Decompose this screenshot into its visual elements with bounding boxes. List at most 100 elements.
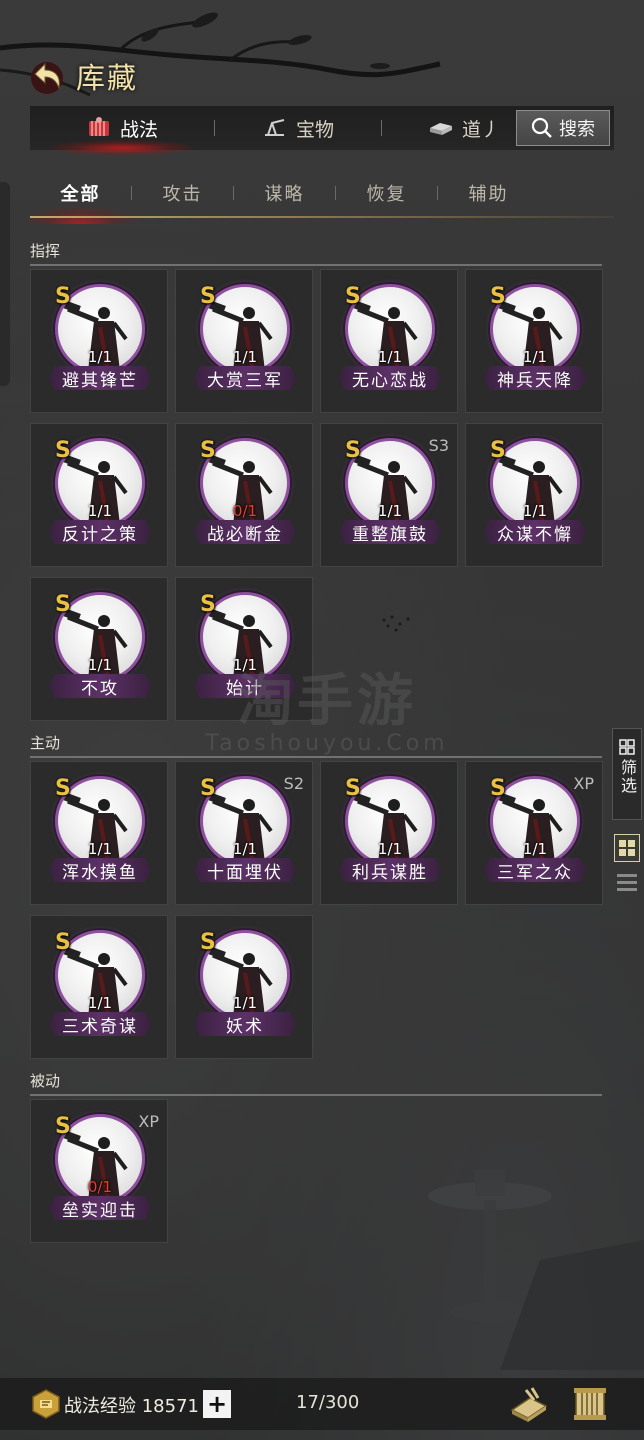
owned-count: 1/1 — [522, 348, 548, 366]
skill-name: 三术奇谋 — [49, 1012, 151, 1036]
pavilion-background — [428, 1170, 644, 1370]
treasure-icon — [264, 119, 285, 136]
add-exp-button[interactable]: + — [203, 1390, 231, 1418]
owned-count: 1/1 — [522, 502, 548, 520]
grade-badge: S — [200, 592, 216, 617]
item-icon — [430, 123, 452, 135]
owned-count: 1/1 — [377, 502, 403, 520]
search-button[interactable]: 搜索 — [516, 110, 610, 146]
skill-name: 浑水摸鱼 — [49, 858, 151, 882]
subtab-all[interactable]: 全部 — [26, 180, 135, 224]
dust-decoration — [382, 615, 410, 632]
skill-card[interactable]: S S3 1/1 重整旗鼓 — [320, 423, 458, 567]
skill-card[interactable]: S 1/1 无心恋战 — [320, 269, 458, 413]
skill-name: 众谋不懈 — [484, 520, 586, 544]
grade-badge: S — [55, 776, 71, 801]
skill-name: 不攻 — [49, 674, 151, 698]
skill-name: 三军之众 — [484, 858, 586, 882]
filter-button[interactable]: 筛选 — [612, 728, 642, 820]
skill-card[interactable]: S 0/1 战必断金 — [175, 423, 313, 567]
skill-name: 利兵谋胜 — [339, 858, 441, 882]
skill-name: 大赏三军 — [194, 366, 296, 390]
skill-name: 无心恋战 — [339, 366, 441, 390]
subtab-underline — [30, 216, 614, 218]
skill-card[interactable]: S 1/1 神兵天降 — [465, 269, 603, 413]
card-grid-active: S 1/1 浑水摸鱼 S S2 1/1 十面埋伏 S 1/1 利兵谋胜 S XP 1/1 三军之众 S 1/1… — [30, 761, 610, 1059]
skill-name: 妖术 — [194, 1012, 296, 1036]
skill-card[interactable]: S 1/1 避其锋芒 — [30, 269, 168, 413]
season-tag: S2 — [283, 774, 304, 793]
capacity-count: 17/300 — [296, 1392, 360, 1413]
season-tag: S3 — [428, 436, 449, 455]
owned-count: 1/1 — [87, 994, 113, 1012]
owned-count: 1/1 — [232, 656, 258, 674]
strategy-exp-label: 战法经验 18571 — [64, 1396, 199, 1417]
tab-treasure-label: 宝物 — [295, 118, 334, 141]
bamboo-scroll-icon[interactable] — [570, 1384, 610, 1424]
skill-card[interactable]: S 1/1 三术奇谋 — [30, 915, 168, 1059]
subtab-support[interactable]: 辅助 — [438, 180, 539, 206]
owned-count: 1/1 — [232, 994, 258, 1012]
skill-card[interactable]: S 1/1 利兵谋胜 — [320, 761, 458, 905]
grid-view-toggle[interactable] — [614, 834, 640, 862]
owned-count: 1/1 — [87, 840, 113, 858]
skill-card[interactable]: S 1/1 反计之策 — [30, 423, 168, 567]
skill-card[interactable]: S 1/1 妖术 — [175, 915, 313, 1059]
grade-badge: S — [345, 776, 361, 801]
back-button[interactable] — [26, 55, 68, 97]
scroll-book-icon[interactable] — [508, 1384, 550, 1424]
skill-card[interactable]: S 1/1 不攻 — [30, 577, 168, 721]
top-tab-bar: 战法 宝物 道丿 搜索 — [30, 106, 614, 156]
grade-badge: S — [345, 438, 361, 463]
skill-name: 始计 — [194, 674, 296, 698]
grade-badge: S — [55, 284, 71, 309]
skill-name: 战必断金 — [194, 520, 296, 544]
header: 库藏 — [26, 52, 138, 100]
owned-count: 1/1 — [232, 840, 258, 858]
section-title-active: 主动 — [30, 732, 602, 758]
grade-badge: S — [345, 284, 361, 309]
skill-name: 反计之策 — [49, 520, 151, 544]
skill-card[interactable]: S 1/1 始计 — [175, 577, 313, 721]
season-tag: XP — [573, 774, 594, 793]
skill-card[interactable]: S 1/1 大赏三军 — [175, 269, 313, 413]
skill-name: 神兵天降 — [484, 366, 586, 390]
owned-count: 1/1 — [522, 840, 548, 858]
grade-badge: S — [55, 1114, 71, 1139]
skill-card[interactable]: S XP 0/1 垒实迎击 — [30, 1099, 168, 1243]
skill-name: 重整旗鼓 — [339, 520, 441, 544]
owned-count: 0/1 — [232, 502, 258, 520]
skill-card[interactable]: S XP 1/1 三军之众 — [465, 761, 603, 905]
strategy-icon — [88, 117, 109, 136]
tab-strategy[interactable]: 战法 — [30, 106, 214, 156]
page-title: 库藏 — [76, 61, 139, 95]
bottom-bar: 战法经验 18571 + 17/300 — [0, 1378, 644, 1430]
grade-badge: S — [490, 284, 506, 309]
list-view-icon[interactable] — [615, 872, 639, 894]
owned-count: 1/1 — [232, 348, 258, 366]
card-grid-command: S 1/1 避其锋芒 S 1/1 大赏三军 S 1/1 无心恋战 S 1/1 神兵天降 S 1/1 反计之策… — [30, 269, 610, 721]
skill-card[interactable]: S 1/1 众谋不懈 — [465, 423, 603, 567]
owned-count: 1/1 — [87, 348, 113, 366]
tab-treasure[interactable]: 宝物 — [215, 106, 381, 150]
skill-card[interactable]: S S2 1/1 十面埋伏 — [175, 761, 313, 905]
grade-badge: S — [200, 930, 216, 955]
season-tag: XP — [138, 1112, 159, 1131]
tab-items[interactable]: 道丿 — [382, 106, 516, 150]
sub-tab-bar: 全部 攻击 谋略 恢复 辅助 — [26, 168, 614, 224]
owned-count: 1/1 — [377, 840, 403, 858]
skill-card[interactable]: S 1/1 浑水摸鱼 — [30, 761, 168, 905]
grade-badge: S — [490, 776, 506, 801]
grade-badge: S — [200, 776, 216, 801]
owned-count: 1/1 — [87, 502, 113, 520]
strategy-exp-icon — [32, 1389, 60, 1419]
owned-count: 0/1 — [87, 1178, 113, 1196]
tab-strategy-label: 战法 — [119, 118, 158, 141]
grade-badge: S — [55, 438, 71, 463]
back-arrow-icon — [31, 62, 63, 94]
subtab-recovery[interactable]: 恢复 — [336, 180, 437, 206]
tab-items-label: 道丿 — [462, 118, 501, 141]
subtab-strategy[interactable]: 谋略 — [234, 180, 335, 206]
grade-badge: S — [200, 438, 216, 463]
subtab-attack[interactable]: 攻击 — [132, 180, 233, 206]
